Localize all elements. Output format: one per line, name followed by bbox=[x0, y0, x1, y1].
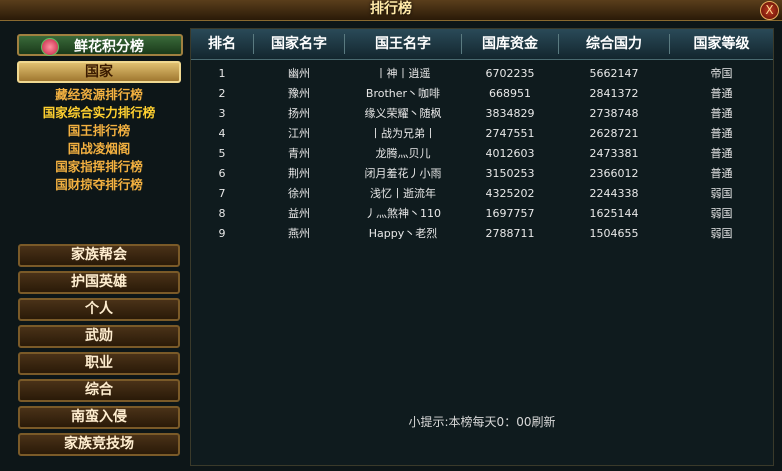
close-button[interactable]: X bbox=[760, 1, 779, 20]
sub-item-command-ranking[interactable]: 国家指挥排行榜 bbox=[17, 158, 181, 175]
table-row[interactable]: 2 豫州 Brother丶咖啡 668951 2841372 普通 bbox=[191, 84, 773, 104]
cell-national-power: 2244338 bbox=[589, 187, 639, 200]
sub-item-war-pavilion[interactable]: 国战凌烟阁 bbox=[17, 140, 181, 157]
cell-nation-name: 幽州 bbox=[288, 67, 310, 80]
cell-nation-level: 弱国 bbox=[710, 187, 733, 200]
cell-treasury: 3150253 bbox=[485, 167, 535, 180]
column-header-nation-level[interactable]: 国家等级 bbox=[670, 29, 773, 59]
cell-king-name: 丨战为兄弟丨 bbox=[370, 127, 436, 140]
cell-treasury: 4012603 bbox=[485, 147, 535, 160]
category-personal[interactable]: 个人 bbox=[18, 298, 180, 321]
cell-nation-level: 帝国 bbox=[710, 67, 733, 80]
cell-national-power: 1504655 bbox=[589, 227, 639, 240]
cell-nation-level: 弱国 bbox=[710, 207, 733, 220]
cell-nation-level: 普通 bbox=[710, 127, 733, 140]
cell-nation-name: 荆州 bbox=[288, 167, 310, 180]
sub-item-king-ranking[interactable]: 国王排行榜 bbox=[17, 122, 181, 139]
cell-treasury: 668951 bbox=[489, 87, 531, 100]
column-header-nation-name[interactable]: 国家名字 bbox=[254, 29, 344, 59]
cell-king-name: 龙腾灬贝儿 bbox=[375, 147, 431, 160]
cell-treasury: 2788711 bbox=[485, 227, 535, 240]
window-title: 排行榜 bbox=[370, 1, 412, 17]
cell-rank: 1 bbox=[218, 67, 226, 80]
category-profession[interactable]: 职业 bbox=[18, 352, 180, 375]
cell-treasury: 3834829 bbox=[485, 107, 535, 120]
category-military-merit[interactable]: 武勋 bbox=[18, 325, 180, 348]
cell-national-power: 2366012 bbox=[589, 167, 639, 180]
column-header-national-power[interactable]: 综合国力 bbox=[559, 29, 669, 59]
category-southern-invasion[interactable]: 南蛮入侵 bbox=[18, 406, 180, 429]
cell-nation-name: 扬州 bbox=[288, 107, 310, 120]
category-comprehensive[interactable]: 综合 bbox=[18, 379, 180, 402]
cell-treasury: 6702235 bbox=[485, 67, 535, 80]
column-header-treasury[interactable]: 国库资金 bbox=[462, 29, 558, 59]
cell-king-name: 闭月羞花丿小雨 bbox=[364, 167, 442, 180]
nation-category-button[interactable]: 国家 bbox=[17, 61, 181, 83]
table-row[interactable]: 3 扬州 缘义荣耀丶随枫 3834829 2738748 普通 bbox=[191, 104, 773, 124]
category-family-arena[interactable]: 家族竞技场 bbox=[18, 433, 180, 456]
cell-king-name: 缘义荣耀丶随枫 bbox=[364, 107, 442, 120]
refresh-tip: 小提示:本榜每天0：00刷新 bbox=[408, 415, 556, 429]
cell-rank: 8 bbox=[218, 207, 226, 220]
cell-nation-name: 燕州 bbox=[288, 227, 310, 240]
cell-nation-level: 普通 bbox=[710, 107, 733, 120]
cell-treasury: 4325202 bbox=[485, 187, 535, 200]
cell-king-name: 浅忆丨逝流年 bbox=[370, 187, 436, 200]
cell-king-name: 丿灬煞神丶110 bbox=[365, 207, 441, 220]
column-header-king-name[interactable]: 国王名字 bbox=[345, 29, 461, 59]
cell-rank: 4 bbox=[218, 127, 226, 140]
table-row[interactable]: 1 幽州 丨神丨逍遥 6702235 5662147 帝国 bbox=[191, 64, 773, 84]
category-national-hero[interactable]: 护国英雄 bbox=[18, 271, 180, 294]
cell-nation-name: 徐州 bbox=[288, 187, 310, 200]
cell-national-power: 2841372 bbox=[589, 87, 639, 100]
sidebar: 鲜花积分榜 国家 藏经资源排行榜 国家综合实力排行榜 国王排行榜 国战凌烟阁 国… bbox=[10, 28, 188, 465]
table-header: 排名 国家名字 国王名字 国库资金 综合国力 国家等级 bbox=[191, 29, 773, 60]
table-row[interactable]: 5 青州 龙腾灬贝儿 4012603 2473381 普通 bbox=[191, 144, 773, 164]
cell-king-name: Brother丶咖啡 bbox=[365, 87, 441, 100]
cell-national-power: 5662147 bbox=[589, 67, 639, 80]
cell-nation-name: 益州 bbox=[288, 207, 310, 220]
cell-nation-name: 豫州 bbox=[288, 87, 310, 100]
table-row[interactable]: 8 益州 丿灬煞神丶110 1697757 1625144 弱国 bbox=[191, 204, 773, 224]
rose-icon bbox=[41, 38, 59, 56]
table-row[interactable]: 9 燕州 Happy丶老烈 2788711 1504655 弱国 bbox=[191, 224, 773, 244]
cell-national-power: 2628721 bbox=[589, 127, 639, 140]
cell-king-name: Happy丶老烈 bbox=[368, 227, 438, 240]
cell-treasury: 2747551 bbox=[485, 127, 535, 140]
cell-national-power: 1625144 bbox=[589, 207, 639, 220]
cell-rank: 5 bbox=[218, 147, 226, 160]
cell-rank: 6 bbox=[218, 167, 226, 180]
table-row[interactable]: 7 徐州 浅忆丨逝流年 4325202 2244338 弱国 bbox=[191, 184, 773, 204]
sub-item-national-strength[interactable]: 国家综合实力排行榜 bbox=[17, 104, 181, 121]
table-row[interactable]: 4 江州 丨战为兄弟丨 2747551 2628721 普通 bbox=[191, 124, 773, 144]
cell-nation-level: 普通 bbox=[710, 147, 733, 160]
cell-nation-level: 普通 bbox=[710, 167, 733, 180]
close-icon: X bbox=[765, 3, 774, 17]
table-row[interactable]: 6 荆州 闭月羞花丿小雨 3150253 2366012 普通 bbox=[191, 164, 773, 184]
cell-nation-name: 江州 bbox=[288, 127, 310, 140]
cell-nation-level: 弱国 bbox=[710, 227, 733, 240]
cell-nation-name: 青州 bbox=[288, 147, 310, 160]
cell-national-power: 2738748 bbox=[589, 107, 639, 120]
column-header-rank[interactable]: 排名 bbox=[191, 29, 253, 59]
cell-rank: 9 bbox=[218, 227, 226, 240]
cell-national-power: 2473381 bbox=[589, 147, 639, 160]
cell-treasury: 1697757 bbox=[485, 207, 535, 220]
title-bar: 排行榜 X bbox=[0, 0, 782, 21]
cell-nation-level: 普通 bbox=[710, 87, 733, 100]
flower-ranking-button[interactable]: 鲜花积分榜 bbox=[17, 34, 183, 56]
cell-rank: 3 bbox=[218, 107, 226, 120]
sub-item-scripture-resources[interactable]: 藏经资源排行榜 bbox=[17, 86, 181, 103]
ranking-panel: 排名 国家名字 国王名字 国库资金 综合国力 国家等级 1 幽州 丨神丨逍遥 6… bbox=[190, 28, 774, 466]
cell-rank: 2 bbox=[218, 87, 226, 100]
cell-king-name: 丨神丨逍遥 bbox=[375, 67, 431, 80]
sub-item-plunder-ranking[interactable]: 国财掠夺排行榜 bbox=[17, 176, 181, 193]
flower-ranking-label: 鲜花积分榜 bbox=[74, 39, 144, 55]
cell-rank: 7 bbox=[218, 187, 226, 200]
category-family-guild[interactable]: 家族帮会 bbox=[18, 244, 180, 267]
